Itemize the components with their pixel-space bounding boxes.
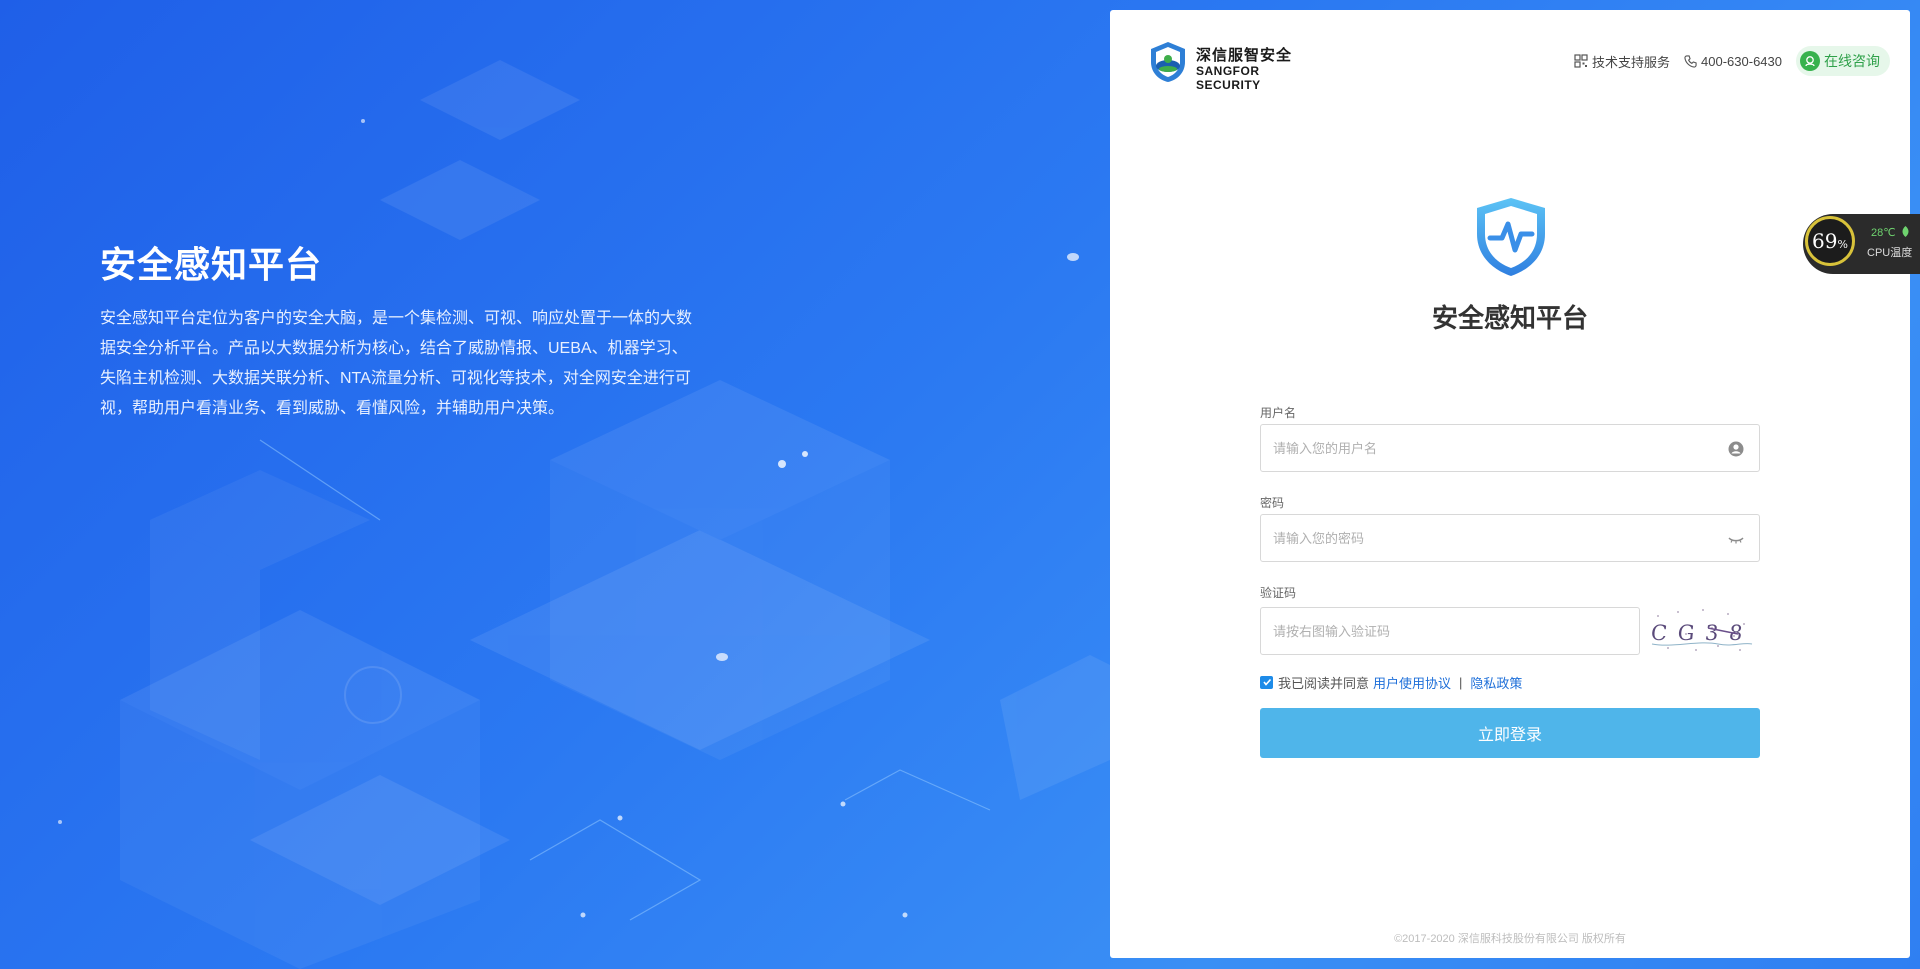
copyright-text: ©2017-2020 深信服科技股份有限公司 版权所有 [1394, 933, 1626, 945]
captcha-input[interactable] [1261, 608, 1639, 654]
online-consult-button[interactable]: 在线咨询 [1796, 46, 1890, 76]
brand-name-cn: 深信服智安全 [1196, 47, 1293, 64]
cpu-temperature-row: 28℃ [1871, 226, 1910, 239]
cpu-temperature-label: CPU温度 [1867, 247, 1913, 259]
password-label: 密码 [1260, 496, 1285, 510]
hero-description: 安全感知平台定位为客户的安全大脑，是一个集检测、可视、响应处置于一体的大数据安全… [100, 310, 693, 417]
username-label: 用户名 [1260, 406, 1297, 420]
sangfor-shield-icon [1151, 42, 1185, 82]
customer-service-icon [1800, 51, 1820, 71]
user-icon [1728, 441, 1744, 457]
cpu-usage-value: 69 [1812, 229, 1838, 253]
password-field-box [1260, 514, 1760, 562]
support-label: 技术支持服务 [1592, 54, 1671, 70]
agree-text: 我已阅读并同意 [1278, 675, 1370, 691]
cpu-temperature: 28℃ [1871, 227, 1896, 239]
phone-icon [1684, 54, 1697, 68]
password-input[interactable] [1261, 515, 1759, 561]
agree-checkbox[interactable] [1260, 675, 1273, 689]
consult-label: 在线咨询 [1824, 53, 1880, 69]
cpu-usage-gauge: 69% [1805, 216, 1855, 266]
login-title: 安全感知平台 [1431, 303, 1588, 333]
brand-name-en: SANGFOR SECURITY [1196, 64, 1261, 92]
phone-number: 400-630-6430 [1701, 53, 1782, 69]
qr-grid-icon [1574, 54, 1588, 68]
login-button[interactable]: 立即登录 [1260, 708, 1760, 758]
checkmark-icon [1262, 678, 1271, 686]
hero-title: 安全感知平台 [100, 244, 323, 285]
username-field-box [1260, 424, 1760, 472]
user-agreement-link[interactable]: 用户使用协议 [1373, 673, 1451, 692]
phone-link[interactable]: 400-630-6430 [1684, 54, 1782, 69]
captcha-image[interactable]: C G 3 8 [1648, 604, 1754, 658]
login-form: 用户名 密码 验证码 [1260, 404, 1760, 758]
leaf-icon [1902, 226, 1909, 237]
support-link[interactable]: 技术支持服务 [1574, 52, 1670, 71]
link-separator: | [1459, 674, 1463, 690]
cpu-usage-unit: % [1837, 238, 1848, 251]
eye-closed-icon[interactable] [1727, 530, 1745, 548]
captcha-field-box [1260, 607, 1640, 655]
login-panel: 深信服智安全 SANGFOR SECURITY 技术支持服务 400-630-6… [1110, 10, 1910, 958]
brand-logo[interactable]: 深信服智安全 SANGFOR SECURITY [1148, 38, 1318, 92]
username-input[interactable] [1261, 425, 1759, 471]
agreement-row: 我已阅读并同意 用户使用协议 | 隐私政策 [1260, 672, 1760, 692]
captcha-label: 验证码 [1260, 586, 1297, 600]
top-links: 技术支持服务 400-630-6430 在线咨询 [1574, 46, 1890, 76]
product-shield-icon [1477, 198, 1545, 276]
captcha-row: C G 3 8 [1260, 604, 1760, 658]
cpu-monitor-widget[interactable]: 69% 28℃ CPU温度 [1803, 214, 1920, 274]
privacy-policy-link[interactable]: 隐私政策 [1470, 673, 1522, 692]
